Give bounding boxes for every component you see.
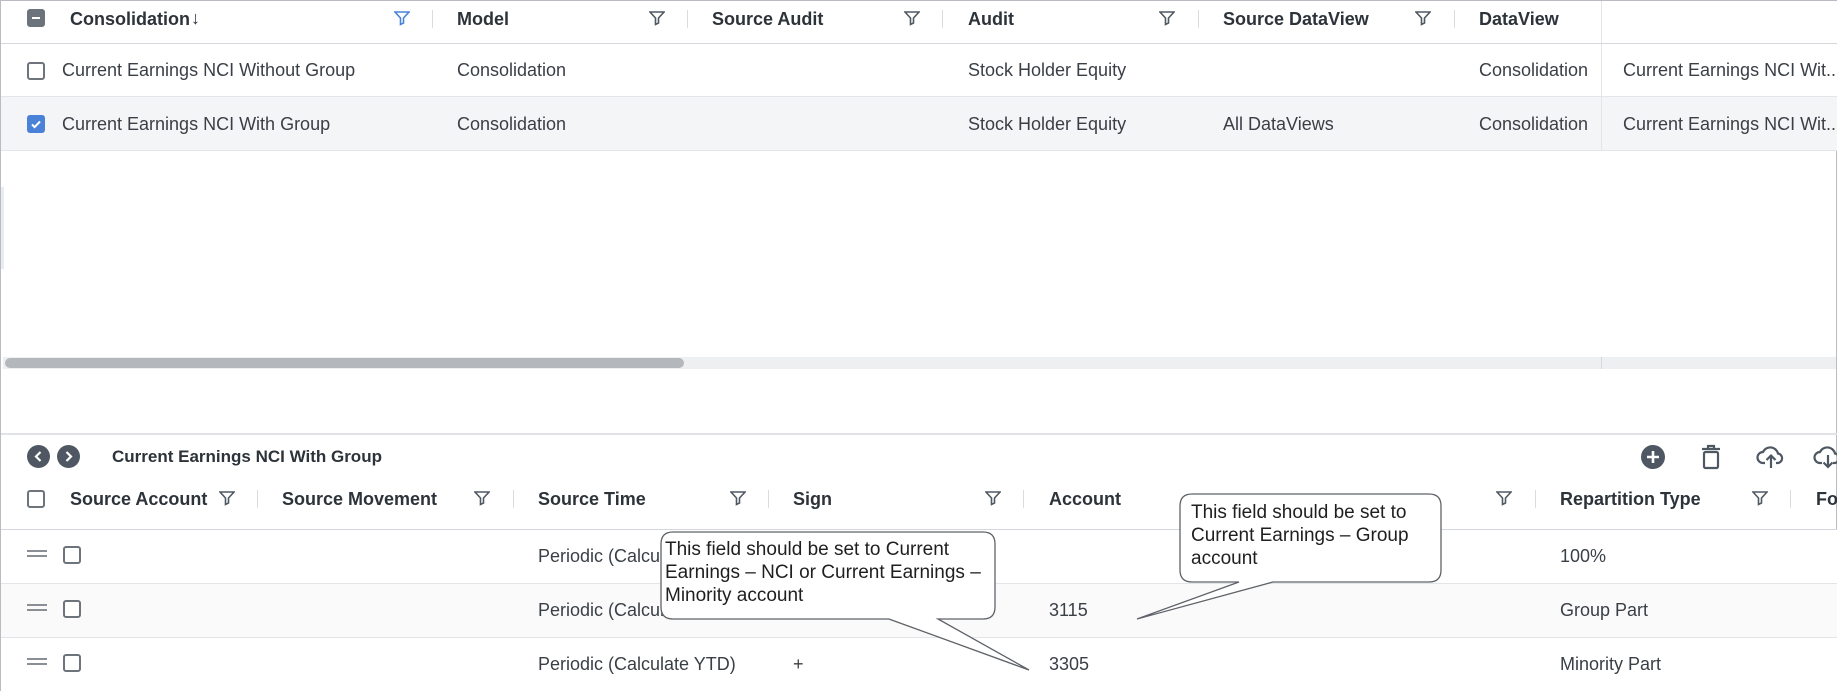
callout-nci-text: This field should be set to Current Earn… (665, 539, 981, 606)
callout-group-text: This field should be set to Current Earn… (1191, 502, 1409, 569)
